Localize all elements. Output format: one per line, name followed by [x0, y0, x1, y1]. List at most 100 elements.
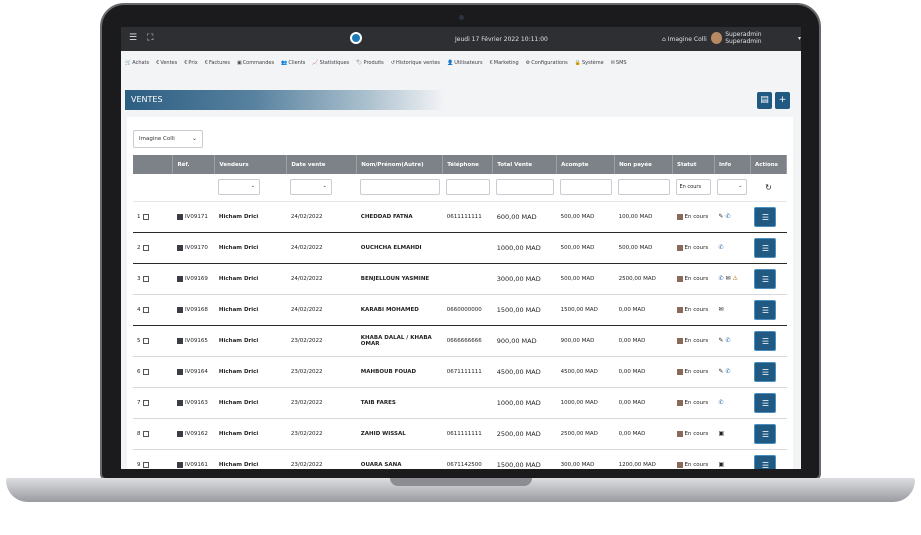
- ref-value[interactable]: IV09161: [185, 462, 208, 468]
- menu-item-6[interactable]: 📈 Statistiques: [312, 57, 349, 69]
- menu-item-4[interactable]: ▣ Commandes: [237, 57, 274, 69]
- column-header[interactable]: Date vente: [286, 155, 358, 174]
- column-header[interactable]: Info: [714, 155, 751, 174]
- app-logo[interactable]: [350, 32, 362, 44]
- add-button[interactable]: +: [775, 92, 790, 109]
- ref-value[interactable]: IV09170: [185, 245, 208, 251]
- menu-item-1[interactable]: € Ventes: [156, 57, 177, 69]
- phone-filter[interactable]: [445, 179, 490, 196]
- info-icon[interactable]: ▣: [718, 430, 724, 437]
- info-icon[interactable]: ✉: [718, 306, 723, 313]
- row-checkbox[interactable]: [142, 430, 149, 437]
- menu-item-11[interactable]: ⚙ Configurations: [526, 57, 568, 69]
- table-row[interactable]: 3 IV09169 Hicham Drici 24/02/2022 BENJELLOUN…: [133, 263, 787, 295]
- refresh-icon[interactable]: ↻: [765, 183, 772, 192]
- menu-item-8[interactable]: ↺ Historique ventes: [391, 57, 440, 69]
- total-amount: 1000,00 MAD: [496, 243, 541, 252]
- menu-item-12[interactable]: 🔒 Système: [575, 57, 604, 69]
- hamburger-icon[interactable]: ☰: [129, 33, 137, 43]
- column-header[interactable]: [133, 155, 174, 174]
- column-header[interactable]: Statut: [672, 155, 715, 174]
- info-icon[interactable]: ✉: [726, 275, 731, 282]
- row-checkbox[interactable]: [142, 213, 149, 220]
- current-store[interactable]: ⌂ Imagine Colli: [662, 36, 707, 43]
- info-icon[interactable]: ✆: [718, 244, 723, 251]
- menu-item-5[interactable]: 👥 Clients: [281, 57, 305, 69]
- actions-button[interactable]: ☰: [754, 299, 777, 320]
- column-header[interactable]: Réf.: [172, 155, 216, 174]
- ref-value[interactable]: IV09162: [185, 431, 208, 437]
- column-header[interactable]: Vendeurs: [214, 155, 288, 174]
- column-header[interactable]: Actions: [750, 155, 788, 174]
- column-header[interactable]: Nom/Prénom(Autre): [356, 155, 444, 174]
- ref-value[interactable]: IV09171: [185, 214, 208, 220]
- row-checkbox[interactable]: [142, 399, 149, 406]
- status-filter[interactable]: En cours: [675, 179, 712, 196]
- unpaid-amount: 0,00 MAD: [618, 337, 646, 344]
- save-button[interactable]: ▤: [757, 92, 772, 109]
- row-checkbox[interactable]: [142, 306, 149, 313]
- table-row[interactable]: 6 IV09164 Hicham Drici 23/02/2022 MAHBOUB FO…: [133, 356, 787, 388]
- menu-item-10[interactable]: € Marketing: [490, 57, 519, 69]
- info-icon[interactable]: ✎: [718, 368, 723, 375]
- row-checkbox[interactable]: [142, 337, 149, 344]
- table-row[interactable]: 2 IV09170 Hicham Drici 24/02/2022 OUCHCHA EL…: [133, 232, 787, 264]
- actions-button[interactable]: ☰: [754, 361, 777, 382]
- actions-button[interactable]: ☰: [754, 392, 777, 413]
- ref-value[interactable]: IV09163: [185, 400, 208, 406]
- unpaid-filter[interactable]: [617, 179, 670, 196]
- menu-item-9[interactable]: 👤 Utilisateurs: [447, 57, 483, 69]
- info-icon[interactable]: ✆: [726, 213, 731, 220]
- info-icon[interactable]: ✆: [726, 368, 731, 375]
- row-checkbox[interactable]: [142, 368, 149, 375]
- info-icon[interactable]: ✆: [718, 275, 723, 282]
- info-icon[interactable]: ✆: [726, 337, 731, 344]
- row-checkbox[interactable]: [142, 461, 149, 468]
- actions-button[interactable]: ☰: [754, 330, 777, 351]
- menu-item-13[interactable]: ✉ SMS: [611, 57, 627, 69]
- table-row[interactable]: 8 IV09162 Hicham Drici 23/02/2022 ZAHID WISS…: [133, 418, 787, 450]
- actions-button[interactable]: ☰: [754, 206, 777, 227]
- date-filter[interactable]: ⌄: [289, 179, 332, 196]
- menu-item-7[interactable]: 🏷 Produits: [356, 57, 384, 69]
- ref-value[interactable]: IV09165: [185, 338, 208, 344]
- menu-item-2[interactable]: € Prix: [184, 57, 198, 69]
- table-row[interactable]: 4 IV09168 Hicham Drici 24/02/2022 KARABI MOH…: [133, 294, 787, 326]
- actions-button[interactable]: ☰: [754, 268, 777, 289]
- actions-button[interactable]: ☰: [754, 237, 777, 258]
- table-cell: 0671111111: [442, 356, 493, 388]
- ref-value[interactable]: IV09169: [185, 276, 208, 282]
- name-filter[interactable]: [359, 179, 440, 196]
- expand-icon[interactable]: ⛶: [147, 33, 153, 43]
- info-icon[interactable]: ✆: [718, 399, 723, 406]
- row-checkbox[interactable]: [142, 275, 149, 282]
- menu-item-0[interactable]: 🛒 Achats: [125, 57, 149, 69]
- table-row[interactable]: 9 IV09161 Hicham Drici 23/02/2022 OUARA SANA…: [133, 449, 787, 469]
- table-cell: [442, 263, 493, 295]
- table-row[interactable]: 5 IV09165 Hicham Drici 23/02/2022 KHABA DALA…: [133, 325, 787, 357]
- info-icon[interactable]: ⚠: [733, 275, 738, 282]
- info-icon[interactable]: ▣: [718, 461, 724, 468]
- column-header[interactable]: Non payée: [614, 155, 673, 174]
- info-filter[interactable]: ⌄: [717, 179, 748, 196]
- menu-item-3[interactable]: € Factures: [205, 57, 230, 69]
- store-select[interactable]: Imagine Colli ⌄: [133, 130, 203, 148]
- deposit-filter[interactable]: [559, 179, 612, 196]
- column-header[interactable]: Acompte: [556, 155, 616, 174]
- table-row[interactable]: 7 IV09163 Hicham Drici 23/02/2022 TAIB FARES…: [133, 387, 787, 419]
- info-icon[interactable]: ✎: [718, 213, 723, 220]
- actions-button[interactable]: ☰: [754, 454, 777, 469]
- info-icon[interactable]: ✎: [718, 337, 723, 344]
- client-name: KARABI MOHAMED: [360, 306, 419, 313]
- ref-value[interactable]: IV09168: [185, 307, 208, 313]
- user-menu[interactable]: Superadmin Superadmin ▾: [711, 31, 801, 45]
- ref-value[interactable]: IV09164: [185, 369, 208, 375]
- column-header[interactable]: Total Vente: [492, 155, 558, 174]
- sale-date: 24/02/2022: [290, 306, 323, 313]
- column-header[interactable]: Téléphone: [442, 155, 494, 174]
- total-filter[interactable]: [495, 179, 554, 196]
- table-row[interactable]: 1 IV09171 Hicham Drici 24/02/2022 CHEDDAD FA…: [133, 201, 787, 233]
- row-checkbox[interactable]: [142, 244, 149, 251]
- actions-button[interactable]: ☰: [754, 423, 777, 444]
- seller-filter[interactable]: ⌄: [217, 179, 260, 196]
